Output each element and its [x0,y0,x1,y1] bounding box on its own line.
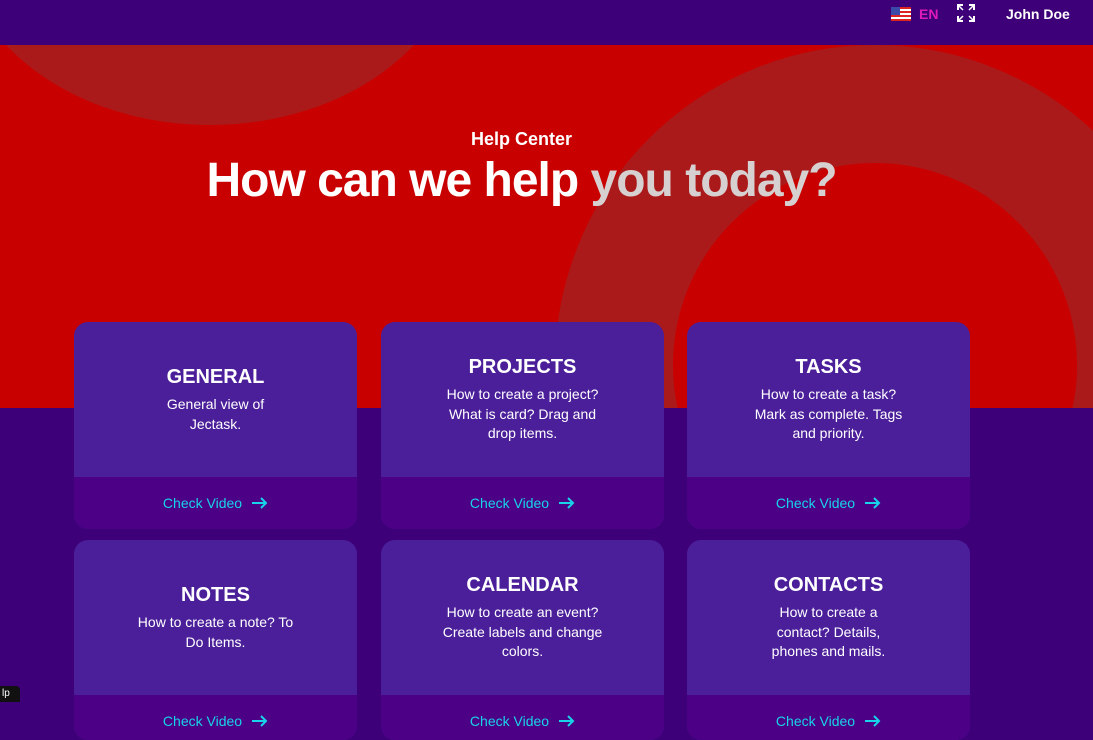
user-name[interactable]: John Doe [1006,6,1070,22]
check-video-label: Check Video [469,713,550,729]
title-part-2: you today? [590,154,838,207]
check-video-button[interactable]: Check Video [381,477,664,529]
check-video-label: Check Video [775,495,856,511]
help-center-label: Help Center [470,129,573,149]
card-notes[interactable]: NOTES How to create a note? To Do Items.… [74,540,357,740]
arrow-right-icon [865,715,881,727]
page-title: How can we help you today? [0,153,1043,208]
corner-tag: lp [0,686,20,702]
check-video-label: Check Video [162,713,243,729]
check-video-button[interactable]: Check Video [687,477,970,529]
card-title: NOTES [181,584,250,606]
us-flag-icon [891,7,911,21]
expand-icon[interactable] [957,4,975,22]
card-general[interactable]: GENERAL General view of Jectask. Check V… [74,322,357,529]
arrow-right-icon [252,715,268,727]
card-description: How to create a contact? Details, phones… [771,604,886,659]
card-title: CALENDAR [466,574,579,596]
arrow-right-icon [865,497,881,509]
card-title: TASKS [795,356,862,378]
card-title: CONTACTS [773,574,884,596]
arrow-right-icon [559,497,575,509]
arrow-right-icon [252,497,268,509]
card-title: PROJECTS [468,356,577,378]
card-contacts[interactable]: CONTACTS How to create a contact? Detail… [687,540,970,740]
card-description: General view of Jectask. [166,396,265,432]
check-video-label: Check Video [469,495,550,511]
card-description: How to create a task? Mark as complete. … [754,386,903,441]
title-part-1: How can we help [206,154,591,207]
check-video-button[interactable]: Check Video [74,477,357,529]
card-description: How to create an event? Create labels an… [442,604,603,659]
card-title: GENERAL [166,366,265,388]
arrow-right-icon [559,715,575,727]
top-bar: EN John Doe [0,0,1093,45]
language-selector[interactable]: EN [891,6,938,22]
card-projects[interactable]: PROJECTS How to create a project? What i… [381,322,664,529]
hero-decoration [0,45,460,125]
card-calendar[interactable]: CALENDAR How to create an event? Create … [381,540,664,740]
card-tasks[interactable]: TASKS How to create a task? Mark as comp… [687,322,970,529]
check-video-label: Check Video [162,495,243,511]
card-description: How to create a note? To Do Items. [137,614,294,650]
card-description: How to create a project? What is card? D… [446,386,599,441]
language-code: EN [919,6,939,22]
check-video-label: Check Video [775,713,856,729]
